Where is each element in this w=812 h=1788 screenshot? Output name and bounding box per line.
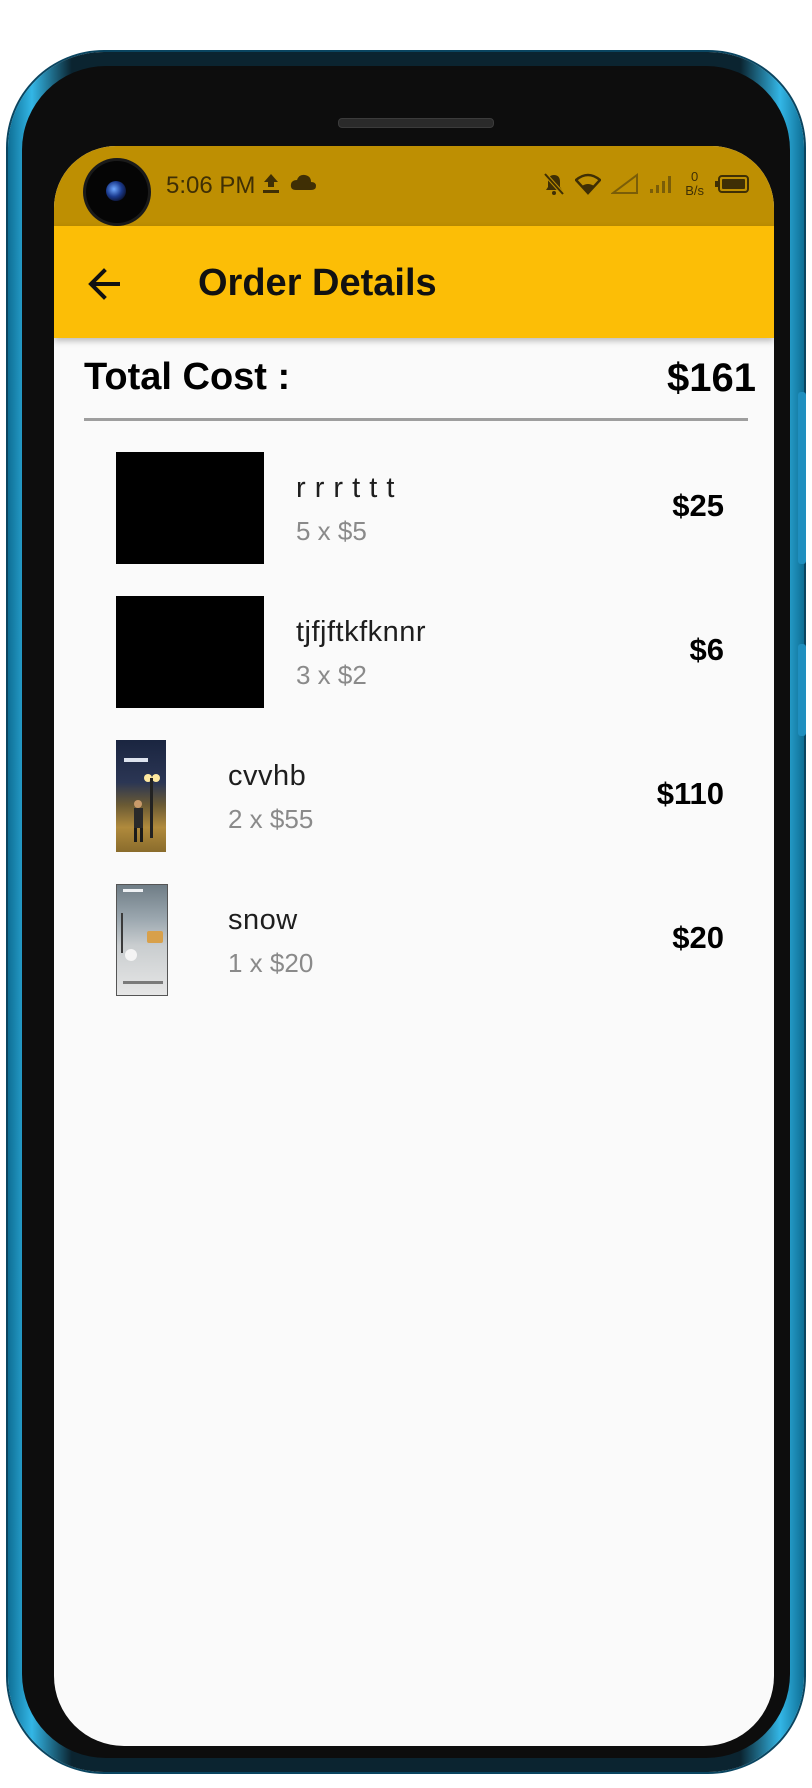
- item-thumbnail: [116, 740, 166, 852]
- status-right-icons: 0 B/s: [543, 170, 750, 198]
- photo-snow-scene: [121, 889, 163, 984]
- total-cost-label: Total Cost :: [84, 356, 291, 398]
- total-cost-row: Total Cost : $161: [84, 356, 756, 412]
- item-quantity: 1 x $20: [228, 948, 314, 978]
- item-thumbnail: [116, 884, 168, 996]
- page-title: Order Details: [198, 262, 437, 304]
- power-button: [798, 644, 806, 736]
- item-name: r r r t t t: [296, 472, 395, 504]
- item-price: $25: [672, 488, 724, 523]
- mute-icon: [543, 172, 565, 196]
- item-quantity: 3 x $2: [296, 660, 367, 690]
- status-bar: 5:06 PM 0 B/s: [54, 146, 774, 226]
- status-left-icons: [261, 172, 317, 194]
- signal-bars-icon: [650, 176, 672, 193]
- app-bar: Order Details: [54, 226, 774, 338]
- order-item[interactable]: cvvhb 2 x $55 $110: [116, 740, 724, 852]
- back-button[interactable]: [82, 262, 126, 306]
- network-speed: 0 B/s: [685, 170, 704, 198]
- item-name: cvvhb: [228, 760, 307, 792]
- status-time: 5:06 PM: [166, 172, 256, 199]
- network-speed-unit: B/s: [685, 183, 704, 198]
- item-price: $20: [672, 920, 724, 955]
- item-name: snow: [228, 904, 298, 936]
- screen: 5:06 PM 0 B/s Order Details Total Cost:…: [54, 146, 774, 1746]
- speaker-grille: [338, 118, 494, 128]
- total-cost-value: $161: [667, 356, 756, 400]
- arrow-left-icon: [88, 268, 120, 300]
- item-price: $110: [656, 776, 724, 811]
- item-quantity: 2 x $55: [228, 804, 314, 834]
- battery-icon: [715, 175, 749, 193]
- item-price: $6: [689, 632, 724, 667]
- order-item[interactable]: snow 1 x $20 $20: [116, 884, 724, 996]
- item-thumbnail: [116, 452, 264, 564]
- volume-button: [798, 392, 806, 564]
- order-item[interactable]: tjfjftkfknnr 3 x $2 $6: [116, 596, 724, 708]
- divider: [84, 418, 748, 421]
- cloud-icon: [290, 174, 316, 190]
- network-speed-value: 0: [690, 169, 699, 184]
- photo-person-streetlight: [124, 758, 160, 842]
- order-item[interactable]: r r r t t t 5 x $5 $25: [116, 452, 724, 564]
- signal-icon: [611, 173, 639, 194]
- item-quantity: 5 x $5: [296, 516, 367, 546]
- phone-frame: 5:06 PM 0 B/s Order Details Total Cost:…: [8, 52, 806, 1772]
- upload-icon: [263, 174, 279, 193]
- item-thumbnail: [116, 596, 264, 708]
- front-camera: [86, 161, 148, 223]
- item-name: tjfjftkfknnr: [296, 616, 427, 648]
- wifi-icon: [575, 173, 602, 195]
